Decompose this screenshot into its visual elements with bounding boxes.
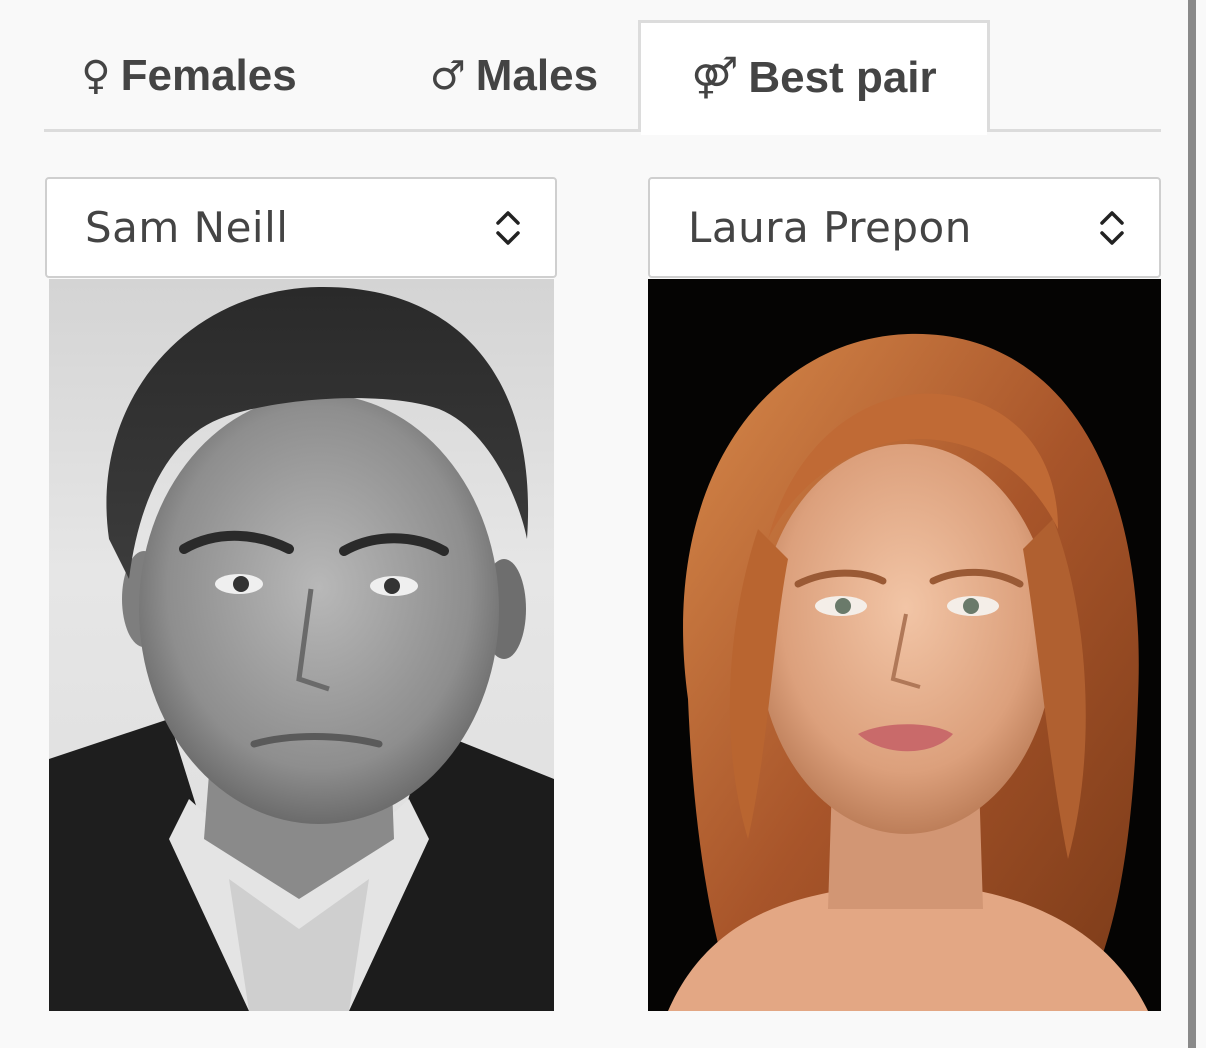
tab-label: Best pair <box>748 52 937 102</box>
tab-best-pair[interactable]: ⚤ Best pair <box>638 20 990 135</box>
tab-females[interactable]: ♀ Females <box>44 20 334 132</box>
page: ♀ Females ♂ Males ⚤ Best pair Sam Neill … <box>0 0 1206 1048</box>
select-value: Sam Neill <box>85 203 289 252</box>
male-portrait-image <box>49 286 554 1011</box>
updown-chevron-icon <box>496 211 520 245</box>
female-portrait-image <box>668 333 1148 1011</box>
updown-chevron-icon <box>1100 211 1124 245</box>
tab-label: Males <box>475 51 599 100</box>
male-photo <box>49 279 554 1011</box>
tab-bar: ♀ Females ♂ Males ⚤ Best pair <box>44 20 1161 135</box>
pair-symbol-icon: ⚤ <box>691 54 739 101</box>
female-photo <box>648 279 1161 1011</box>
select-value: Laura Prepon <box>688 203 972 252</box>
male-select[interactable]: Sam Neill <box>45 177 557 278</box>
scrollbar[interactable] <box>1188 0 1196 1048</box>
tab-males[interactable]: ♂ Males <box>384 20 644 132</box>
male-symbol-icon: ♂ <box>429 53 466 99</box>
tab-label: Females <box>120 51 297 100</box>
female-symbol-icon: ♀ <box>81 53 111 99</box>
female-select[interactable]: Laura Prepon <box>648 177 1161 278</box>
tab-divider <box>44 129 1161 132</box>
